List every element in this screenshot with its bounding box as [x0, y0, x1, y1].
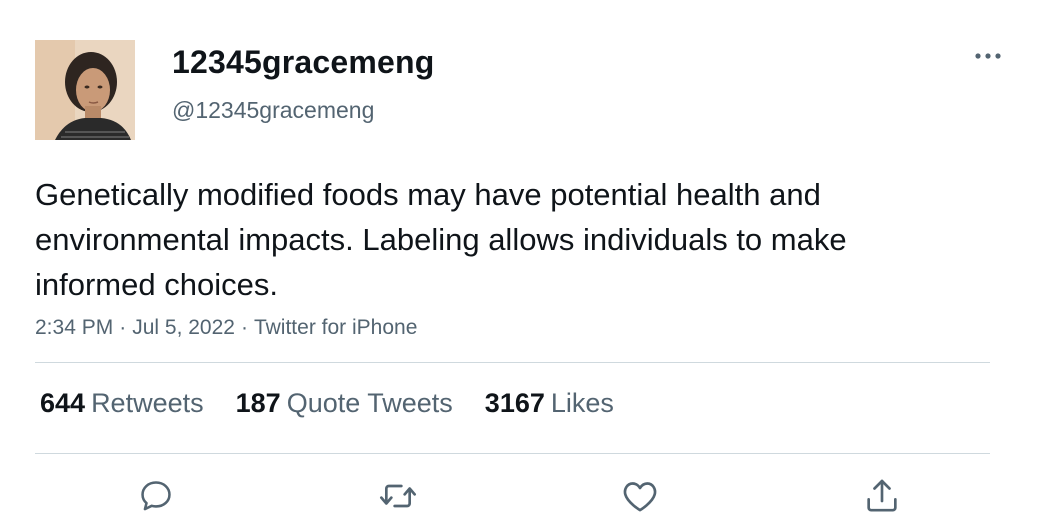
reply-button[interactable] [136, 476, 176, 516]
quote-tweets-stat[interactable]: 187 Quote Tweets [236, 388, 453, 419]
quote-tweets-label: Quote Tweets [286, 388, 453, 418]
share-icon [867, 479, 897, 512]
retweets-label: Retweets [91, 388, 204, 418]
divider [35, 362, 990, 363]
like-button[interactable] [620, 476, 660, 516]
likes-count: 3167 [484, 388, 545, 418]
share-button[interactable] [862, 476, 902, 516]
meta-separator: · [119, 316, 127, 339]
likes-label: Likes [550, 388, 614, 418]
tweet-time[interactable]: 2:34 PM [35, 316, 113, 339]
more-options-button[interactable] [968, 40, 1008, 72]
retweet-button[interactable] [378, 476, 418, 516]
tweet-card: 12345gracemeng @12345gracemeng Genetical… [0, 0, 1050, 525]
likes-stat[interactable]: 3167 Likes [485, 388, 614, 419]
divider [35, 453, 990, 454]
display-name[interactable]: 12345gracemeng [172, 44, 435, 81]
tweet-date[interactable]: Jul 5, 2022 [132, 316, 235, 339]
quote-tweets-count: 187 [235, 388, 281, 418]
tweet-stats: 644 Retweets 187 Quote Tweets 3167 Likes [40, 388, 614, 419]
reply-icon [141, 481, 171, 511]
more-icon [975, 53, 1001, 59]
tweet-source[interactable]: Twitter for iPhone [254, 316, 417, 339]
heart-icon [623, 482, 657, 512]
avatar[interactable] [35, 40, 135, 140]
retweet-icon [380, 484, 416, 508]
tweet-text: Genetically modified foods may have pote… [35, 177, 847, 302]
user-handle[interactable]: @12345gracemeng [172, 97, 374, 124]
meta-separator: · [240, 316, 248, 339]
tweet-meta: 2:34 PM · Jul 5, 2022 · Twitter for iPhone [35, 316, 417, 340]
profile-photo-icon [35, 40, 135, 140]
retweets-stat[interactable]: 644 Retweets [40, 388, 204, 419]
retweets-count: 644 [40, 388, 86, 418]
